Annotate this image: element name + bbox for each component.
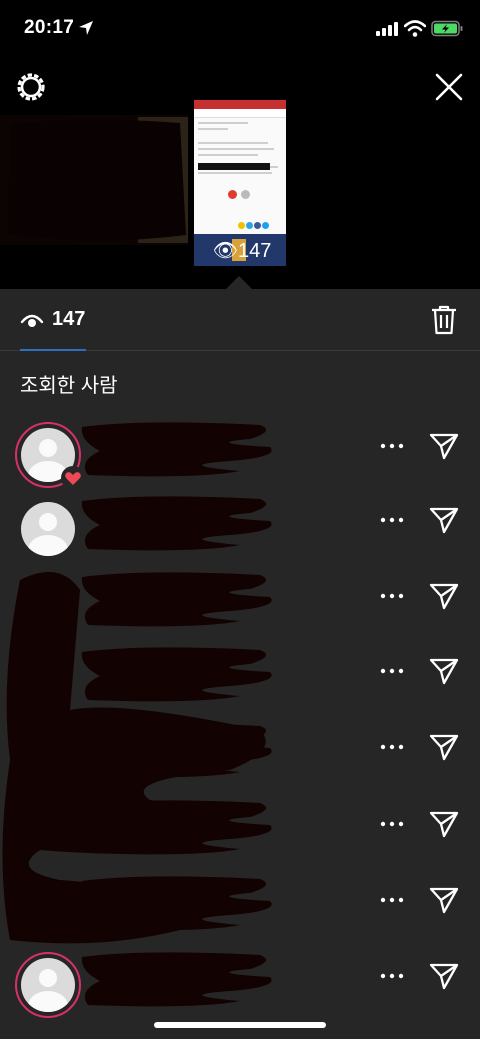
avatar[interactable]: [15, 422, 85, 490]
more-dots-icon[interactable]: [380, 973, 404, 979]
eye-icon: [20, 314, 44, 327]
thumb-subheader: [194, 109, 286, 118]
send-icon[interactable]: [428, 431, 460, 461]
eye-icon: 👁: [212, 240, 238, 262]
avatar[interactable]: [15, 496, 81, 562]
close-icon[interactable]: [432, 70, 466, 104]
send-icon[interactable]: [428, 885, 460, 915]
send-icon[interactable]: [428, 732, 460, 762]
more-dots-icon[interactable]: [380, 821, 404, 827]
more-dots-icon[interactable]: [380, 517, 404, 523]
viewer-row[interactable]: [0, 413, 480, 490]
view-count: 147: [52, 308, 86, 330]
status-bar: 20:17: [0, 0, 480, 56]
gear-icon[interactable]: [14, 70, 48, 104]
thumbnail-pointer: [226, 276, 252, 289]
wifi-icon: [404, 20, 426, 37]
thumb-highlight: [198, 163, 270, 170]
send-icon[interactable]: [428, 961, 460, 991]
thumb-share-icons: [238, 216, 286, 229]
thumb-header: [194, 100, 286, 109]
send-icon[interactable]: [428, 505, 460, 535]
redacted-area: [0, 115, 188, 245]
trash-icon[interactable]: [429, 304, 459, 336]
more-dots-icon[interactable]: [380, 897, 404, 903]
location-arrow-icon: [79, 21, 93, 35]
thumb-reaction: [228, 190, 237, 199]
more-dots-icon[interactable]: [380, 744, 404, 750]
send-icon[interactable]: [428, 581, 460, 611]
redacted-name: [81, 422, 272, 477]
more-dots-icon[interactable]: [380, 593, 404, 599]
send-icon[interactable]: [428, 656, 460, 686]
send-icon[interactable]: [428, 809, 460, 839]
more-dots-icon[interactable]: [380, 443, 404, 449]
redacted-name: [81, 496, 272, 551]
redacted-name: [81, 952, 272, 1007]
redacted-area: [2, 572, 266, 944]
more-dots-icon[interactable]: [380, 668, 404, 674]
thumbnail-count-value: 147: [238, 240, 272, 262]
avatar-image: [21, 502, 75, 556]
story-preview-area: 20:17 👁147: [0, 0, 480, 289]
viewer-row[interactable]: [0, 487, 480, 557]
viewer-row[interactable]: [0, 943, 480, 1018]
section-title: 조회한 사람: [20, 375, 118, 397]
status-time: 20:17: [24, 17, 75, 38]
avatar-image: [21, 958, 75, 1012]
home-indicator[interactable]: [154, 1022, 326, 1028]
thumb-reaction: [241, 190, 250, 199]
battery-icon: [431, 20, 463, 37]
thumbnail-view-count: 👁147: [196, 238, 288, 263]
active-tab-indicator: [20, 349, 86, 351]
signal-icon: [376, 22, 398, 36]
avatar[interactable]: [15, 952, 81, 1018]
